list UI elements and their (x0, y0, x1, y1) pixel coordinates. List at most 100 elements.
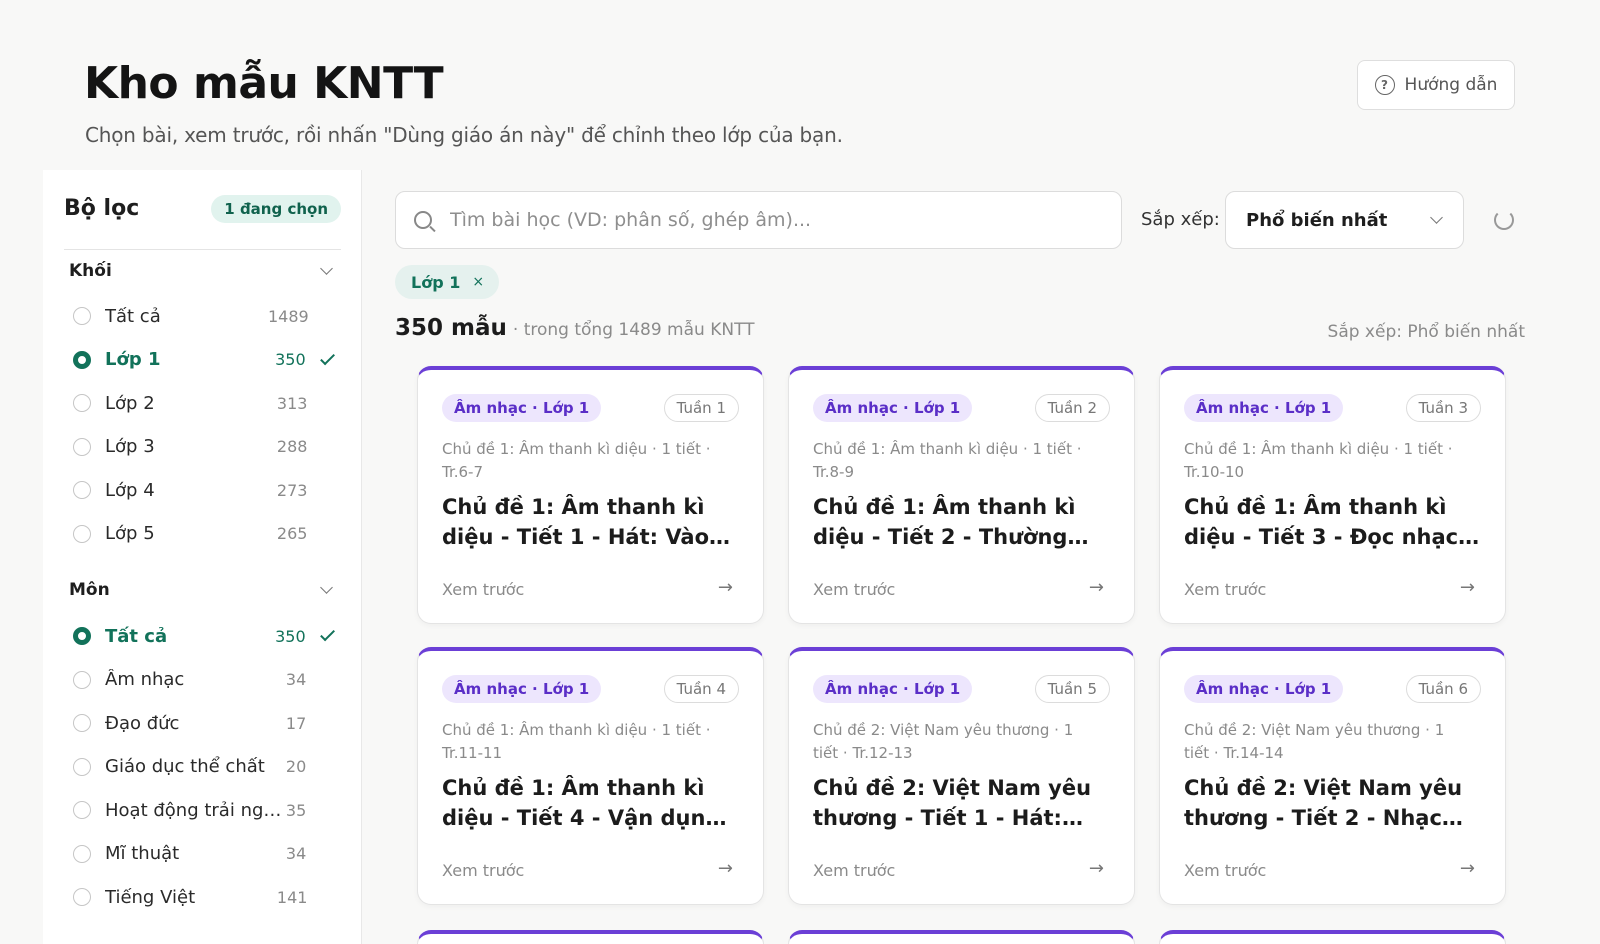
card-meta: Chủ đề 1: Âm thanh kì diệu · 1 tiết · Tr… (813, 440, 1082, 481)
card-title: Chủ đề 1: Âm thanh kì diệu - Tiết 3 - Đọ… (1184, 495, 1467, 549)
page-title: Kho mẫu KNTT (84, 58, 444, 109)
filter-option[interactable]: Hoạt động trải nghiệ...35 (73, 795, 331, 825)
radio-button[interactable] (73, 670, 91, 689)
check-icon (319, 626, 335, 642)
card-partial[interactable] (1159, 930, 1506, 944)
radio-button[interactable] (73, 627, 91, 645)
arrow-right-icon[interactable]: → (718, 577, 733, 598)
sort-value: Phổ biến nhất (1246, 209, 1388, 231)
lesson-card[interactable]: Âm nhạc · Lớp 1 Tuần 4 Chủ đề 1: Âm thanh … (417, 647, 764, 905)
help-button[interactable]: ? Hướng dẫn (1357, 60, 1515, 110)
arrow-right-icon[interactable]: → (1460, 858, 1475, 879)
lesson-card[interactable]: Âm nhạc · Lớp 1 Tuần 5 Chủ đề 2: Việt Nam … (788, 647, 1135, 905)
filter-option[interactable]: Lớp 5 265 (73, 519, 331, 549)
preview-link[interactable]: Xem trước (1184, 580, 1266, 599)
filter-option-label: Lớp 5 (105, 523, 155, 544)
arrow-right-icon[interactable]: → (1460, 577, 1475, 598)
filter-option-count: 34 (285, 844, 307, 863)
radio-button[interactable] (73, 888, 91, 906)
filter-option[interactable]: Tiếng Việt 141 (73, 882, 331, 912)
card-title: Chủ đề 1: Âm thanh kì diệu - Tiết 1 - Há… (442, 495, 710, 549)
filter-option-count: 288 (276, 437, 308, 456)
filter-option[interactable]: Âm nhạc 34 (73, 665, 331, 695)
card-partial[interactable] (417, 930, 764, 944)
subject-grade-tag: Âm nhạc · Lớp 1 (813, 394, 973, 422)
check-icon (319, 349, 335, 366)
filter-option-label: Đạo đức (105, 712, 180, 734)
sort-note: Sắp xếp: Phổ biến nhất (1327, 322, 1525, 342)
radio-button[interactable] (73, 757, 91, 776)
arrow-right-icon[interactable]: → (1089, 577, 1104, 598)
refresh-icon[interactable] (1494, 210, 1514, 230)
filter-option-label: Lớp 4 (105, 479, 155, 501)
page-subtitle: Chọn bài, xem trước, rồi nhấn "Dùng giáo… (85, 123, 843, 147)
subject-group-title: Môn (69, 580, 110, 600)
filter-option-label: Lớp 3 (105, 436, 155, 457)
radio-button[interactable] (73, 801, 91, 819)
lesson-card[interactable]: Âm nhạc · Lớp 1 Tuần 6 Chủ đề 2: Việt Nam … (1159, 647, 1506, 905)
radio-button[interactable] (73, 350, 91, 369)
card-title: Chủ đề 1: Âm thanh kì diệu - Tiết 2 - Th… (813, 495, 1076, 549)
subject-group-header[interactable]: Môn (69, 575, 333, 605)
arrow-right-icon[interactable]: → (1089, 858, 1104, 879)
radio-button[interactable] (73, 437, 91, 456)
preview-link[interactable]: Xem trước (442, 580, 524, 599)
filter-option[interactable]: Lớp 3 288 (73, 432, 331, 462)
week-badge: Tuần 1 (663, 394, 739, 422)
subject-grade-tag: Âm nhạc · Lớp 1 (813, 675, 973, 703)
radio-button[interactable] (73, 394, 91, 412)
filter-option-label: Tiếng Việt (105, 886, 196, 908)
filter-option[interactable]: Đạo đức 17 (73, 708, 331, 738)
subject-grade-tag: Âm nhạc · Lớp 1 (1184, 394, 1344, 422)
subject-grade-tag: Âm nhạc · Lớp 1 (442, 394, 602, 422)
result-count-total: · trong tổng 1489 mẫu KNTT (512, 320, 755, 340)
card-meta: Chủ đề 1: Âm thanh kì diệu · 1 tiết · Tr… (442, 440, 711, 481)
card-title: Chủ đề 1: Âm thanh kì diệu - Tiết 4 - Vậ… (442, 776, 737, 830)
result-count-number: 350 mẫu (395, 315, 507, 341)
lesson-card[interactable]: Âm nhạc · Lớp 1 Tuần 2 Chủ đề 1: Âm thanh … (788, 366, 1135, 624)
active-filter-chip[interactable]: Lớp 1 × (395, 265, 499, 299)
filter-header: Bộ lọc 1 đang chọn (64, 180, 341, 250)
radio-button[interactable] (73, 714, 91, 732)
filter-option[interactable]: Lớp 2 313 (73, 388, 331, 418)
filter-option[interactable]: Tất cả 1489 (73, 301, 331, 331)
filter-option[interactable]: Mĩ thuật 34 (73, 839, 331, 869)
preview-link[interactable]: Xem trước (1184, 861, 1266, 880)
filter-option-count: 35 (285, 800, 307, 820)
sort-select[interactable]: Phổ biến nhất (1225, 191, 1464, 249)
filter-option-count: 273 (276, 480, 308, 500)
preview-link[interactable]: Xem trước (813, 580, 895, 599)
week-badge: Tuần 3 (1405, 394, 1481, 422)
filter-option[interactable]: Lớp 4 273 (73, 475, 331, 505)
grade-group-title: Khối (69, 261, 112, 281)
filter-option[interactable]: Lớp 1 350 (73, 345, 335, 375)
arrow-right-icon[interactable]: → (718, 858, 733, 879)
search-icon (414, 211, 432, 229)
grade-group-header[interactable]: Khối (69, 256, 333, 286)
close-icon[interactable]: × (472, 274, 484, 290)
lesson-card[interactable]: Âm nhạc · Lớp 1 Tuần 1 Chủ đề 1: Âm thanh … (417, 366, 764, 624)
radio-button[interactable] (73, 844, 91, 863)
filter-option[interactable]: Giáo dục thể chất 20 (73, 752, 331, 782)
filter-option-count: 1489 (267, 306, 309, 326)
filter-option-label: Mĩ thuật (105, 843, 180, 864)
filter-option[interactable]: Tất cả 350 (73, 621, 335, 651)
card-meta: Chủ đề 2: Việt Nam yêu thương · 1 tiết ·… (1184, 721, 1445, 762)
search-input[interactable] (450, 209, 1090, 231)
preview-link[interactable]: Xem trước (813, 861, 895, 880)
subject-grade-tag: Âm nhạc · Lớp 1 (442, 675, 602, 703)
lesson-card[interactable]: Âm nhạc · Lớp 1 Tuần 3 Chủ đề 1: Âm thanh … (1159, 366, 1506, 624)
week-badge: Tuần 6 (1405, 675, 1481, 703)
radio-button[interactable] (73, 524, 91, 543)
card-partial[interactable] (788, 930, 1135, 944)
preview-link[interactable]: Xem trước (442, 861, 524, 880)
filter-option-count: 20 (285, 757, 307, 776)
card-meta: Chủ đề 1: Âm thanh kì diệu · 1 tiết · Tr… (442, 721, 711, 762)
card-title: Chủ đề 2: Việt Nam yêu thương - Tiết 2 -… (1184, 776, 1463, 830)
card-title: Chủ đề 2: Việt Nam yêu thương - Tiết 1 -… (813, 776, 1092, 830)
chevron-down-icon (1430, 211, 1443, 224)
search-box[interactable] (395, 191, 1122, 249)
radio-button[interactable] (73, 481, 91, 499)
chevron-down-icon (320, 581, 333, 594)
radio-button[interactable] (73, 307, 91, 325)
